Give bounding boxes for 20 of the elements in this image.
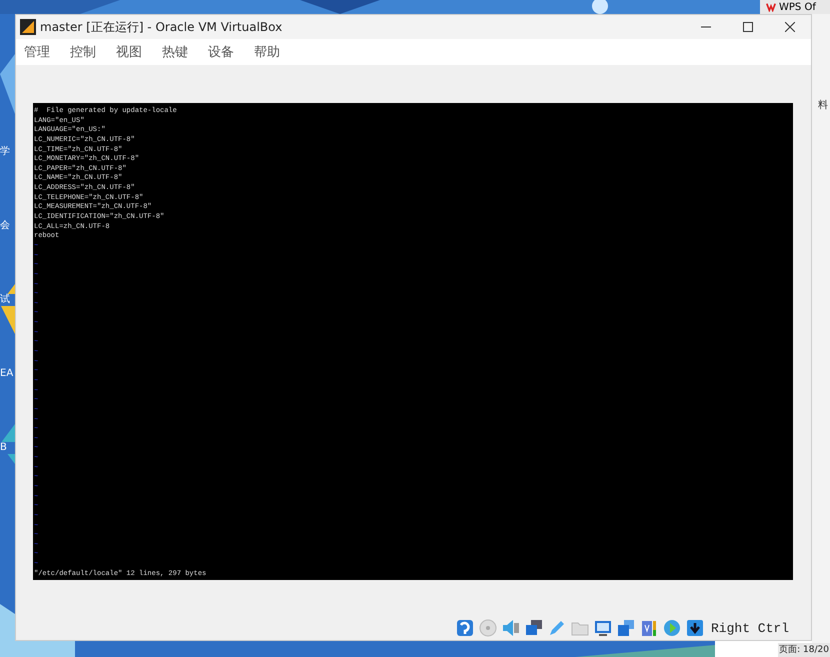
menu-item[interactable]: 视图 (116, 43, 142, 61)
app-icon (20, 19, 36, 35)
page-indicator: 页面: 18/20 (778, 643, 830, 657)
window-title: master [正在运行] - Oracle VM VirtualBox (40, 18, 284, 36)
menu-item[interactable]: 帮助 (254, 43, 280, 61)
download-icon[interactable] (684, 618, 705, 638)
swirl-icon[interactable] (454, 618, 475, 638)
stacked-windows-icon[interactable] (616, 618, 636, 638)
window-text: 料 (818, 98, 828, 112)
menu-item[interactable]: 热键 (162, 43, 188, 61)
logo-icon (766, 2, 776, 12)
wps-tab[interactable]: WPS Of (760, 0, 830, 14)
menu-item[interactable]: 设备 (208, 43, 234, 61)
close-icon (785, 22, 795, 32)
menu-item[interactable]: 控制 (70, 43, 96, 61)
windows-icon[interactable] (524, 618, 544, 638)
menu-item[interactable]: 管理 (24, 43, 50, 61)
maximize-icon (743, 22, 753, 32)
monitor-icon[interactable] (592, 618, 613, 638)
host-key-label: Right Ctrl (710, 620, 789, 636)
